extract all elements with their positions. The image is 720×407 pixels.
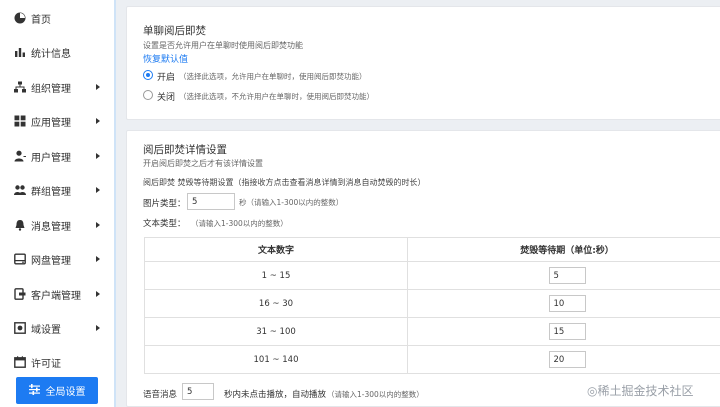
sidebar-item-label: 客户端管理 — [31, 290, 81, 302]
sidebar-item-label: 首页 — [31, 14, 51, 26]
wait-seconds-input[interactable] — [548, 295, 586, 312]
chevron-right-icon — [96, 325, 100, 331]
global-settings-label: 全局设置 — [45, 387, 86, 398]
value-cell — [407, 345, 720, 374]
sidebar-item-home[interactable]: 首页 — [0, 1, 114, 35]
grid-icon — [14, 115, 26, 127]
voice-label: 语音消息 — [143, 390, 178, 400]
range-cell: 101 ~ 140 — [144, 345, 408, 374]
sidebar-item-label: 许可证 — [31, 358, 61, 370]
restore-default-link[interactable]: 恢复默认值 — [143, 52, 188, 65]
sidebar-item-label: 网盘管理 — [31, 255, 71, 267]
sidebar-item-apps[interactable]: 应用管理 — [0, 104, 114, 138]
voice-note: 秒内未点击播放，自动播放 — [224, 390, 327, 400]
table-header-row: 文本数字 焚毁等待期（单位:秒） — [144, 237, 720, 262]
table-row: 101 ~ 140 — [144, 345, 720, 374]
image-unit-note: 秒（请输入1-300以内的整数） — [239, 198, 344, 207]
sidebar-item-netdisk[interactable]: 网盘管理 — [0, 242, 114, 276]
sidebar-item-messages[interactable]: 消息管理 — [0, 208, 114, 242]
card-title: 单聊阅后即焚 — [143, 25, 206, 37]
sidebar-item-label: 消息管理 — [31, 221, 71, 233]
wait-period-setting: 阅后即焚 焚毁等待期设置（指接收方点击查看消息详情到消息自动焚毁的时长） — [143, 178, 426, 187]
sidebar-item-domain[interactable]: 域设置 — [0, 311, 114, 345]
chevron-right-icon — [96, 222, 100, 228]
enable-label: 开启 — [157, 73, 176, 83]
sidebar-item-label: 组织管理 — [31, 83, 71, 95]
sidebar-item-license[interactable]: 许可证 — [0, 345, 114, 379]
sidebar-item-groups[interactable]: 群组管理 — [0, 173, 114, 207]
value-cell — [407, 289, 720, 318]
sidebar-item-label: 统计信息 — [31, 48, 71, 60]
sidebar-item-statistics[interactable]: 统计信息 — [0, 35, 114, 69]
image-type-label: 图片类型： — [143, 199, 186, 209]
wait-seconds-input[interactable] — [548, 351, 586, 368]
range-cell: 16 ~ 30 — [144, 289, 408, 318]
card-description: 开启阅后即焚之后才有该详情设置 — [143, 159, 263, 168]
bell-icon — [14, 219, 26, 231]
sidebar-item-label: 域设置 — [31, 324, 61, 336]
text-wait-table: 文本数字 焚毁等待期（单位:秒） 1 ~ 15 16 ~ 30 31 ~ 100… — [144, 237, 720, 374]
card-title: 阅后即焚详情设置 — [143, 144, 227, 156]
chevron-right-icon — [96, 291, 100, 297]
watermark: ◎稀土掘金技术社区 — [587, 384, 694, 398]
chevron-right-icon — [96, 256, 100, 262]
chevron-right-icon — [96, 187, 100, 193]
sliders-icon — [28, 383, 40, 398]
disable-radio[interactable] — [143, 90, 153, 100]
group-icon — [14, 184, 26, 196]
value-cell — [407, 261, 720, 290]
table-row: 1 ~ 15 — [144, 261, 720, 290]
voice-wait-input[interactable] — [182, 383, 214, 400]
sidebar-item-clients[interactable]: 客户端管理 — [0, 277, 114, 311]
disable-note: （选择此选项，不允许用户在单聊时，使用阅后即焚功能） — [179, 92, 374, 101]
table-row: 31 ~ 100 — [144, 317, 720, 346]
text-type-label: 文本类型： — [143, 219, 186, 229]
card-description: 设置是否允许用户在单聊时使用阅后即焚功能 — [143, 41, 303, 50]
burn-after-reading-card: 单聊阅后即焚 设置是否允许用户在单聊时使用阅后即焚功能 恢复默认值 开启 （选择… — [126, 6, 720, 120]
sidebar: 首页 统计信息 组织管理 应用管理 用户管理 群组管理 消息管理 网盘管理 客户… — [0, 0, 116, 407]
sidebar-item-label: 群组管理 — [31, 186, 71, 198]
voice-hint: （请输入1-300以内的整数） — [327, 390, 424, 399]
wait-seconds-input[interactable] — [548, 323, 586, 340]
value-cell — [407, 317, 720, 346]
text-type-note: （请输入1-300以内的整数） — [191, 219, 288, 228]
drive-icon — [14, 253, 26, 265]
table-row: 16 ~ 30 — [144, 289, 720, 318]
burn-details-card: 阅后即焚详情设置 开启阅后即焚之后才有该详情设置 阅后即焚 焚毁等待期设置（指接… — [126, 130, 720, 407]
range-cell: 31 ~ 100 — [144, 317, 408, 346]
bar-chart-icon — [14, 46, 26, 58]
range-cell: 1 ~ 15 — [144, 261, 408, 290]
client-device-icon — [14, 288, 26, 300]
chevron-right-icon — [96, 153, 100, 159]
chevron-right-icon — [96, 84, 100, 90]
image-wait-input[interactable] — [187, 193, 235, 210]
dashboard-icon — [14, 12, 26, 24]
chevron-right-icon — [96, 118, 100, 124]
org-chart-icon — [14, 81, 26, 93]
global-settings-button[interactable]: 全局设置 — [16, 377, 98, 404]
enable-note: （选择此选项，允许用户在单聊时，使用阅后即焚功能） — [179, 72, 367, 81]
sidebar-item-organization[interactable]: 组织管理 — [0, 70, 114, 104]
main-content: 单聊阅后即焚 设置是否允许用户在单聊时使用阅后即焚功能 恢复默认值 开启 （选择… — [116, 0, 720, 407]
calendar-icon — [14, 356, 26, 368]
sidebar-item-label: 应用管理 — [31, 117, 71, 129]
domain-settings-icon — [14, 322, 26, 334]
sidebar-item-label: 用户管理 — [31, 152, 71, 164]
column-header: 焚毁等待期（单位:秒） — [407, 237, 720, 262]
sidebar-item-users[interactable]: 用户管理 — [0, 139, 114, 173]
enable-radio[interactable] — [143, 70, 153, 80]
user-icon — [14, 150, 26, 162]
disable-label: 关闭 — [157, 93, 176, 103]
wait-seconds-input[interactable] — [548, 267, 586, 284]
column-header: 文本数字 — [144, 237, 408, 262]
